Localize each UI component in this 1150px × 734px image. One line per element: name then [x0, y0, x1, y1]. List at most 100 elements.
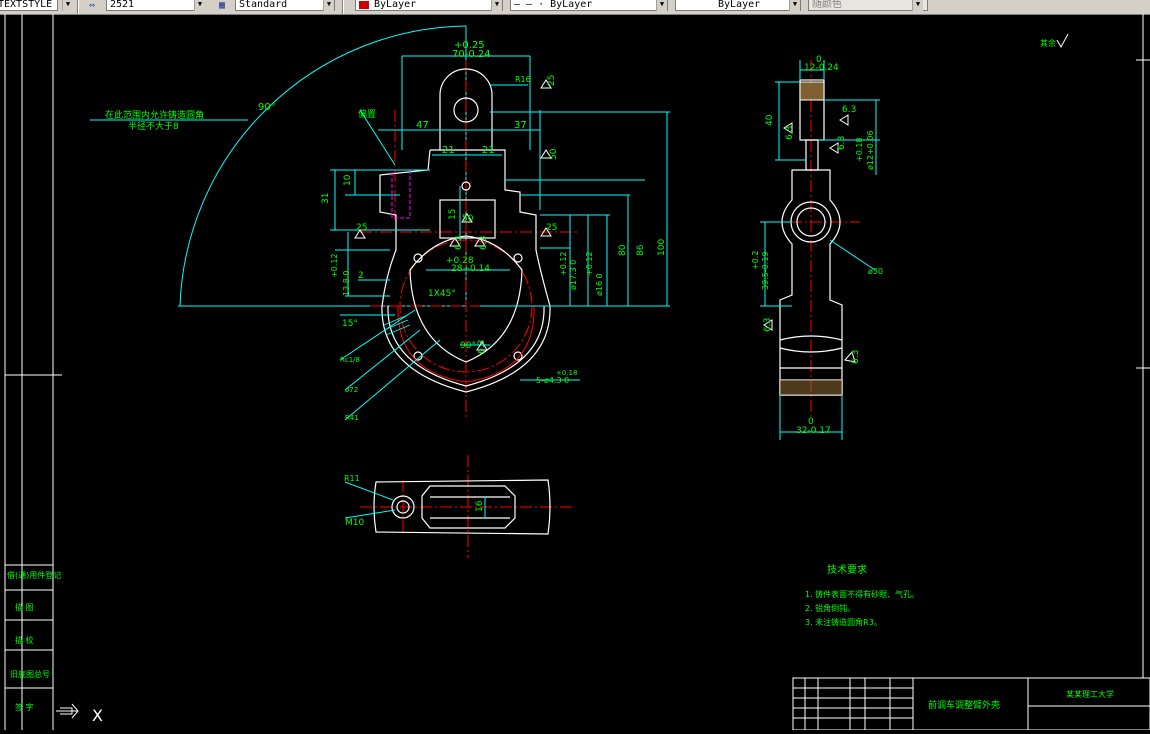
strip-label: 描 校 [15, 635, 34, 645]
svg-text:15: 15 [448, 209, 458, 220]
svg-text:50: 50 [462, 214, 474, 224]
svg-text:70-0.24: 70-0.24 [452, 49, 491, 60]
svg-text:6.3: 6.3 [763, 318, 773, 332]
svg-text:ø30: ø30 [868, 267, 883, 276]
svg-text:6.3: 6.3 [785, 126, 795, 140]
svg-text:1X45°: 1X45° [428, 289, 456, 299]
dimension-style-dropdown[interactable]: 2521 [106, 0, 200, 11]
table-style-dropdown[interactable]: Standard [235, 0, 335, 11]
svg-text:M10: M10 [345, 518, 364, 528]
svg-text:12-0.24: 12-0.24 [804, 63, 839, 73]
tech-req-title: 技术要求 [827, 563, 867, 576]
color-control-dropdown[interactable]: ByLayer [355, 0, 503, 11]
arc-angle-label: 90° [258, 102, 276, 113]
lineweight-control-dropdown[interactable]: ByLayer [675, 0, 801, 11]
dimension-lines [330, 55, 670, 421]
color-value: ByLayer [374, 0, 417, 10]
strip-label: 签 字 [15, 702, 34, 712]
svg-text:47: 47 [416, 120, 429, 131]
linetype-control-dropdown[interactable]: — — · ByLayer [510, 0, 668, 11]
front-view: 90° 在此范围内允许铸造圆角 半径不大于8 +0.25 70-0.24 R16… [90, 25, 670, 422]
svg-text:ø16 0: ø16 0 [595, 273, 604, 296]
svg-text:32-0.17: 32-0.17 [796, 426, 831, 436]
svg-text:偏置: 偏置 [358, 108, 376, 120]
svg-text:6.3: 6.3 [851, 350, 861, 364]
other-roughness-label: 其余 [1040, 38, 1056, 48]
svg-text:ø72: ø72 [345, 386, 358, 394]
note-line1: 在此范围内允许铸造圆角 [105, 109, 204, 121]
svg-text:5-ø4.3 0: 5-ø4.3 0 [536, 376, 569, 385]
dimension-style-icon[interactable]: ⇔ [84, 0, 100, 12]
chevron-down-icon[interactable]: ▼ [789, 0, 800, 11]
svg-text:2: 2 [358, 271, 364, 281]
ucs-x-label: X [92, 706, 103, 725]
svg-text:ø17.3 0: ø17.3 0 [569, 260, 578, 290]
toolbar-separator [77, 0, 79, 14]
svg-text:+0.12: +0.12 [559, 251, 568, 276]
strip-label: 借(通)用件登记 [7, 570, 61, 580]
other-roughness [1056, 33, 1069, 49]
chevron-down-icon[interactable]: ▼ [62, 0, 73, 11]
chevron-down-icon[interactable]: ▼ [912, 0, 923, 11]
side-roughness-symbols [763, 114, 856, 363]
svg-text:ø12+0.06: ø12+0.06 [866, 130, 875, 170]
note-line2: 半径不大于8 [128, 120, 179, 132]
svg-text:13.8 0: 13.8 0 [342, 271, 351, 296]
svg-text:31: 31 [321, 193, 331, 204]
construction-arc [179, 25, 467, 307]
svg-text:6.3: 6.3 [454, 236, 464, 250]
table-style-icon[interactable]: ▦ [214, 0, 230, 12]
svg-text:90°: 90° [460, 341, 476, 351]
svg-text:25: 25 [546, 223, 557, 233]
svg-text:R16: R16 [515, 75, 531, 84]
svg-text:R11: R11 [344, 474, 360, 483]
properties-toolbar: TEXTSTYLE ▼ ⇔ 2521 ▼ ▦ Standard ▼ ByLaye… [0, 0, 1150, 15]
svg-text:21: 21 [442, 145, 455, 156]
svg-text:10: 10 [343, 174, 353, 186]
svg-text:+0.18: +0.18 [556, 369, 577, 377]
svg-text:6.3: 6.3 [842, 105, 856, 115]
side-view: 0 12-0.24 40 6.3 6.3 6.3 +0.18 ø12+0.06 … [751, 55, 883, 440]
chevron-down-icon[interactable]: ▼ [656, 0, 667, 11]
svg-text:86: 86 [636, 244, 646, 256]
svg-text:+0.12: +0.12 [585, 251, 594, 276]
title-school: 某某理工大学 [1066, 689, 1114, 699]
color-swatch [359, 1, 369, 9]
technical-requirements: 技术要求 1. 铸件表面不得有砂眼、气孔。 2. 锐角倒钝。 3. 未注铸造圆角… [805, 563, 919, 627]
tech-req-item: 2. 锐角倒钝。 [805, 603, 855, 613]
strip-label: 旧底图总号 [10, 669, 50, 679]
svg-text:40: 40 [765, 114, 775, 126]
strip-label: 描 图 [15, 602, 34, 612]
svg-text:80: 80 [618, 244, 628, 256]
section-hatch [799, 81, 825, 101]
svg-text:Rc1/8: Rc1/8 [340, 356, 360, 364]
toolbar-separator [342, 0, 344, 14]
svg-text:15°: 15° [342, 319, 358, 329]
bottom-view: R11 M10 16 [344, 455, 575, 558]
front-view-dimensions: +0.25 70-0.24 R16 25 50 偏置 47 37 21 21 1… [321, 40, 667, 422]
cad-drawing: 借(通)用件登记 描 图 描 校 旧底图总号 签 字 90° 在此范围内允许铸造… [4, 14, 1150, 731]
chevron-down-icon[interactable]: ▼ [323, 0, 334, 11]
svg-text:39.5-0.19: 39.5-0.19 [761, 251, 770, 290]
ucs-icon [56, 703, 79, 719]
svg-text:21: 21 [482, 145, 495, 156]
side-view-dimensions: 0 12-0.24 40 6.3 6.3 6.3 +0.18 ø12+0.06 … [751, 55, 883, 436]
svg-text:16: 16 [475, 500, 485, 512]
chevron-down-icon[interactable]: ▼ [194, 0, 205, 11]
svg-text:28+0.14: 28+0.14 [451, 264, 490, 274]
svg-text:6.3: 6.3 [479, 236, 489, 250]
text-style-dropdown[interactable]: TEXTSTYLE [0, 0, 58, 11]
chevron-down-icon[interactable]: ▼ [491, 0, 502, 11]
svg-text:6.3: 6.3 [837, 136, 847, 150]
drawing-area[interactable]: 借(通)用件登记 描 图 描 校 旧底图总号 签 字 90° 在此范围内允许铸造… [0, 14, 1150, 731]
bottom-dim-lines [344, 481, 486, 519]
section-hatch [780, 380, 842, 395]
plot-style-dropdown[interactable]: 随颜色 [808, 0, 928, 11]
tech-req-item: 3. 未注铸造圆角R3。 [805, 617, 882, 627]
svg-text:6.3: 6.3 [477, 340, 487, 354]
svg-text:+0.12: +0.12 [330, 253, 339, 278]
svg-text:100: 100 [657, 239, 667, 256]
svg-text:+0.18: +0.18 [855, 137, 864, 162]
svg-text:R41: R41 [345, 414, 359, 422]
tech-req-item: 1. 铸件表面不得有砂眼、气孔。 [805, 589, 919, 599]
